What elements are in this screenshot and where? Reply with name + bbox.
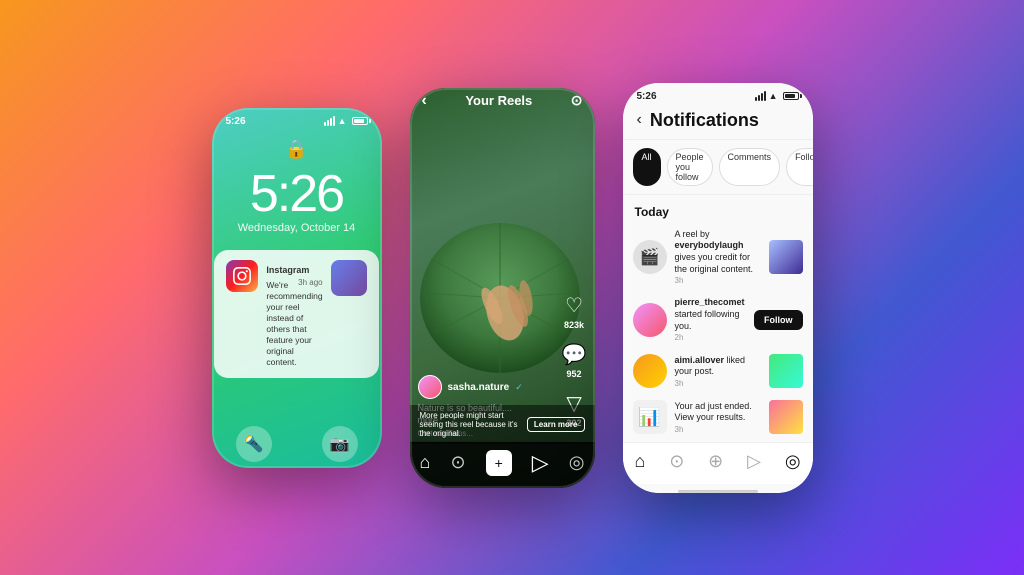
- phone3-status-icons: ▲: [755, 91, 799, 101]
- wifi-icon: ▲: [338, 116, 347, 126]
- section-title-today: Today: [623, 199, 813, 223]
- nav-profile-icon-3[interactable]: ◎: [785, 451, 801, 472]
- notifications-header: ‹ Notifications: [623, 106, 813, 140]
- reels-user-row: sasha.nature ✓: [418, 375, 535, 399]
- home-indicator-3: [678, 490, 758, 493]
- notif-time-ago: 3h ago: [298, 278, 322, 287]
- reels-camera-icon[interactable]: ⊙: [571, 92, 583, 109]
- notif-thumb: [769, 354, 803, 388]
- notif-text-block: pierre_thecomet started following you. 2…: [675, 297, 747, 342]
- reels-title: Your Reels: [465, 93, 532, 108]
- nav-profile-icon[interactable]: ◎: [569, 452, 585, 473]
- notif-avatar-ad: 📊: [633, 400, 667, 434]
- nav-reels-icon-3[interactable]: ▷: [747, 451, 761, 472]
- lock-date: Wednesday, October 14: [238, 222, 356, 234]
- notif-time: 3h: [675, 425, 761, 434]
- notification-item[interactable]: 📊 Your ad just ended. View your results.…: [623, 394, 813, 440]
- notif-text: We're recommending your reel instead of …: [266, 280, 322, 368]
- follow-button[interactable]: Follow: [754, 310, 803, 330]
- nav-search-icon[interactable]: ⊙: [450, 452, 465, 473]
- wifi-icon-3: ▲: [769, 91, 778, 101]
- battery-icon-3: [783, 92, 799, 100]
- notif-avatar-like: [633, 354, 667, 388]
- notification-item[interactable]: pierre_thecomet started following you. 2…: [623, 291, 813, 348]
- notif-time: 3h: [675, 276, 761, 285]
- comment-icon: 💬: [562, 342, 587, 367]
- filter-tab-follows[interactable]: Follows: [786, 148, 812, 186]
- verified-icon: ✓: [515, 382, 523, 393]
- phone1-status-bar: 5:26 ▲: [212, 108, 382, 131]
- notif-time: 2h: [675, 333, 747, 342]
- phone3-status-bar: 5:26 ▲: [623, 83, 813, 106]
- notification-item[interactable]: aimi.allover liked your post. 3h: [623, 348, 813, 394]
- like-action[interactable]: ♡ 823k: [564, 293, 584, 330]
- notif-main-text: aimi.allover liked your post.: [675, 355, 761, 378]
- phone-notifications-screen: 5:26 ▲ ‹ Notifications All People you fo…: [623, 83, 813, 493]
- battery-icon: [352, 117, 368, 125]
- signal-icon-3: [755, 91, 766, 101]
- filter-tab-following[interactable]: People you follow: [667, 148, 713, 186]
- notifications-back-button[interactable]: ‹: [637, 111, 642, 129]
- notif-text-block: Your ad just ended. View your results. 3…: [675, 401, 761, 434]
- reels-bottom-nav: ⌂ ⊙ + ▷ ◎: [410, 441, 595, 488]
- filter-tab-comments[interactable]: Comments: [719, 148, 781, 186]
- notif-main-text: A reel by everybodylaugh gives you credi…: [675, 229, 761, 276]
- phone1-status-icons: ▲: [324, 116, 368, 126]
- lock-notification-card[interactable]: Instagram 3h ago We're recommending your…: [214, 250, 378, 378]
- like-count: 823k: [564, 320, 584, 330]
- promo-text: More people might start seeing this reel…: [420, 411, 527, 438]
- notif-avatar-follow: [633, 303, 667, 337]
- heart-icon: ♡: [565, 293, 583, 318]
- notifications-title: Notifications: [650, 110, 759, 131]
- nav-create-icon[interactable]: +: [486, 450, 512, 476]
- lock-screen-content: 🔒 5:26 Wednesday, October 14 Instagram 3…: [212, 131, 382, 468]
- notifications-content: 5:26 ▲ ‹ Notifications All People you fo…: [623, 83, 813, 493]
- reels-back-button[interactable]: ‹: [422, 92, 427, 110]
- filter-tabs: All People you follow Comments Follows: [623, 140, 813, 195]
- phone3-time: 5:26: [637, 91, 657, 102]
- nav-reels-icon[interactable]: ▷: [532, 450, 549, 476]
- reels-header: ‹ Your Reels ⊙: [410, 88, 595, 118]
- learn-more-button[interactable]: Learn more: [527, 417, 585, 432]
- instagram-app-icon: [226, 260, 258, 292]
- flashlight-button[interactable]: 🔦: [236, 426, 272, 462]
- signal-icon: [324, 116, 335, 126]
- notif-time: 3h: [675, 379, 761, 388]
- notif-thumb: [769, 400, 803, 434]
- notif-text-block: aimi.allover liked your post. 3h: [675, 355, 761, 388]
- notif-text-block: A reel by everybodylaugh gives you credi…: [675, 229, 761, 286]
- notif-app-name: Instagram: [266, 265, 309, 275]
- comment-count: 952: [567, 369, 582, 379]
- filter-tab-all[interactable]: All: [633, 148, 661, 186]
- reels-user-avatar[interactable]: [418, 375, 442, 399]
- notif-thumbnail: [331, 260, 367, 296]
- nav-home-icon[interactable]: ⌂: [420, 452, 431, 473]
- reels-username[interactable]: sasha.nature: [448, 382, 510, 393]
- phone-lock-screen: 5:26 ▲ 🔒 5:26 Wednesday, October 14: [212, 108, 382, 468]
- lock-time: 5:26: [250, 168, 343, 220]
- notif-avatar-reel: 🎬: [633, 240, 667, 274]
- reels-content: ‹ Your Reels ⊙ ♡ 823k 💬 952 ▽ 302 sasha.…: [410, 88, 595, 488]
- nav-search-icon-3[interactable]: ⊙: [669, 451, 684, 472]
- notif-thumb: [769, 240, 803, 274]
- nav-home-icon-3[interactable]: ⌂: [634, 451, 645, 472]
- phone1-time: 5:26: [226, 116, 246, 127]
- notifications-list: Today 🎬 A reel by everybodylaugh gives y…: [623, 195, 813, 442]
- nav-create-icon-3[interactable]: ⊕: [708, 451, 723, 472]
- phone-reels-screen: ‹ Your Reels ⊙ ♡ 823k 💬 952 ▽ 302 sasha.…: [410, 88, 595, 488]
- notifications-bottom-nav: ⌂ ⊙ ⊕ ▷ ◎: [623, 442, 813, 484]
- reels-promo-bar: More people might start seeing this reel…: [410, 405, 595, 444]
- comment-action[interactable]: 💬 952: [562, 342, 587, 379]
- notif-main-text: Your ad just ended. View your results.: [675, 401, 761, 424]
- notification-content: Instagram 3h ago We're recommending your…: [266, 260, 322, 368]
- camera-button[interactable]: 📷: [322, 426, 358, 462]
- notification-item[interactable]: 🎬 A reel by everybodylaugh gives you cre…: [623, 223, 813, 292]
- notif-main-text: pierre_thecomet started following you.: [675, 297, 747, 332]
- lock-icon: 🔒: [285, 139, 307, 160]
- lock-bottom-controls: 🔦 📷: [212, 426, 382, 462]
